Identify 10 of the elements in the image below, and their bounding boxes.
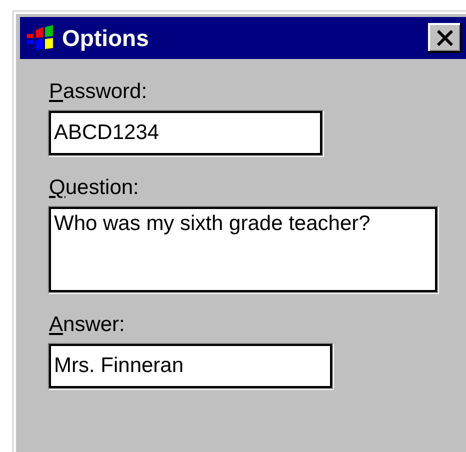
window-title: Options <box>62 24 150 52</box>
text-field[interactable]: ABCD1234 <box>49 111 322 155</box>
close-button[interactable] <box>428 23 462 53</box>
field-label: Question: <box>49 175 140 201</box>
close-icon <box>436 30 454 46</box>
windows-logo-icon <box>26 24 56 52</box>
field-label: Answer: <box>49 312 126 338</box>
text-field[interactable]: Who was my sixth grade teacher? <box>49 207 437 292</box>
field-label: Password: <box>49 79 148 105</box>
text-field[interactable]: Mrs. Finneran <box>49 344 332 388</box>
